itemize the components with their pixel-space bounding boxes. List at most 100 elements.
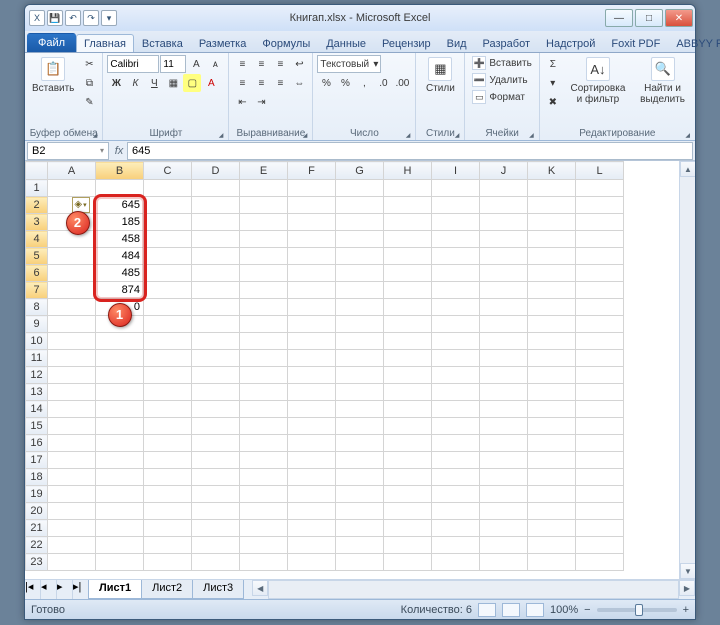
insert-cells-button[interactable]: ➕Вставить: [469, 55, 534, 71]
cell-B9[interactable]: [96, 316, 144, 333]
cell-K21[interactable]: [528, 520, 576, 537]
cell-L14[interactable]: [576, 401, 624, 418]
cell-C18[interactable]: [144, 469, 192, 486]
bold-button[interactable]: Ж: [107, 74, 125, 92]
indent-left-icon[interactable]: ⇤: [233, 93, 251, 111]
indent-right-icon[interactable]: ⇥: [252, 93, 270, 111]
cell-D14[interactable]: [192, 401, 240, 418]
tab-addins[interactable]: Надстрой: [538, 34, 603, 52]
cell-K9[interactable]: [528, 316, 576, 333]
cell-F23[interactable]: [288, 554, 336, 571]
fill-icon[interactable]: ▾: [544, 74, 562, 92]
cell-C14[interactable]: [144, 401, 192, 418]
cell-I9[interactable]: [432, 316, 480, 333]
cell-L11[interactable]: [576, 350, 624, 367]
cell-C2[interactable]: [144, 197, 192, 214]
cell-L3[interactable]: [576, 214, 624, 231]
row-header-14[interactable]: 14: [26, 401, 48, 418]
cell-E10[interactable]: [240, 333, 288, 350]
cell-A1[interactable]: [48, 180, 96, 197]
cell-F10[interactable]: [288, 333, 336, 350]
hscroll-track[interactable]: [268, 580, 679, 599]
cell-H5[interactable]: [384, 248, 432, 265]
cell-J18[interactable]: [480, 469, 528, 486]
cell-C23[interactable]: [144, 554, 192, 571]
cell-J12[interactable]: [480, 367, 528, 384]
cell-A23[interactable]: [48, 554, 96, 571]
cell-L15[interactable]: [576, 418, 624, 435]
row-header-23[interactable]: 23: [26, 554, 48, 571]
autosum-icon[interactable]: Σ: [544, 55, 562, 73]
copy-icon[interactable]: ⧉: [80, 74, 98, 92]
close-button[interactable]: ✕: [665, 9, 693, 27]
tab-formulas[interactable]: Формулы: [254, 34, 318, 52]
cell-E21[interactable]: [240, 520, 288, 537]
cell-L18[interactable]: [576, 469, 624, 486]
cell-F12[interactable]: [288, 367, 336, 384]
cell-A21[interactable]: [48, 520, 96, 537]
cell-B14[interactable]: [96, 401, 144, 418]
decrease-decimal-icon[interactable]: .00: [393, 74, 411, 92]
cell-F4[interactable]: [288, 231, 336, 248]
cell-J19[interactable]: [480, 486, 528, 503]
row-header-17[interactable]: 17: [26, 452, 48, 469]
cell-J3[interactable]: [480, 214, 528, 231]
cell-B1[interactable]: [96, 180, 144, 197]
cell-A15[interactable]: [48, 418, 96, 435]
align-bottom-icon[interactable]: ≡: [271, 55, 289, 73]
cell-B19[interactable]: [96, 486, 144, 503]
cell-G23[interactable]: [336, 554, 384, 571]
cell-A22[interactable]: [48, 537, 96, 554]
cell-F15[interactable]: [288, 418, 336, 435]
cell-J4[interactable]: [480, 231, 528, 248]
cell-I8[interactable]: [432, 299, 480, 316]
scroll-down-icon[interactable]: ▼: [680, 563, 695, 579]
vscroll-track[interactable]: [680, 177, 695, 563]
maximize-button[interactable]: □: [635, 9, 663, 27]
cell-B23[interactable]: [96, 554, 144, 571]
scroll-right-icon[interactable]: ▶: [679, 580, 695, 596]
cell-B15[interactable]: [96, 418, 144, 435]
cell-L16[interactable]: [576, 435, 624, 452]
cell-C16[interactable]: [144, 435, 192, 452]
cell-G16[interactable]: [336, 435, 384, 452]
cell-F22[interactable]: [288, 537, 336, 554]
cell-K11[interactable]: [528, 350, 576, 367]
cell-G9[interactable]: [336, 316, 384, 333]
wrap-text-icon[interactable]: ↩: [290, 55, 308, 73]
cell-A6[interactable]: [48, 265, 96, 282]
vertical-scrollbar[interactable]: ▲ ▼: [679, 161, 695, 579]
cell-H14[interactable]: [384, 401, 432, 418]
cell-E4[interactable]: [240, 231, 288, 248]
cell-H10[interactable]: [384, 333, 432, 350]
cell-J21[interactable]: [480, 520, 528, 537]
cell-B10[interactable]: [96, 333, 144, 350]
cell-J9[interactable]: [480, 316, 528, 333]
cell-I12[interactable]: [432, 367, 480, 384]
cell-D23[interactable]: [192, 554, 240, 571]
tab-page-layout[interactable]: Разметка: [191, 34, 255, 52]
cell-E1[interactable]: [240, 180, 288, 197]
cell-A3[interactable]: [48, 214, 96, 231]
cell-H23[interactable]: [384, 554, 432, 571]
cell-H3[interactable]: [384, 214, 432, 231]
cell-I19[interactable]: [432, 486, 480, 503]
italic-button[interactable]: К: [126, 74, 144, 92]
align-top-icon[interactable]: ≡: [233, 55, 251, 73]
cell-D16[interactable]: [192, 435, 240, 452]
cell-L21[interactable]: [576, 520, 624, 537]
cell-A13[interactable]: [48, 384, 96, 401]
cell-E17[interactable]: [240, 452, 288, 469]
row-header-3[interactable]: 3: [26, 214, 48, 231]
clear-icon[interactable]: ✖: [544, 93, 562, 111]
cell-C19[interactable]: [144, 486, 192, 503]
cell-G22[interactable]: [336, 537, 384, 554]
cell-D21[interactable]: [192, 520, 240, 537]
grow-font-icon[interactable]: A: [187, 55, 205, 73]
cell-B4[interactable]: 458: [96, 231, 144, 248]
row-header-1[interactable]: 1: [26, 180, 48, 197]
cell-D12[interactable]: [192, 367, 240, 384]
row-header-15[interactable]: 15: [26, 418, 48, 435]
cell-J8[interactable]: [480, 299, 528, 316]
col-header-C[interactable]: C: [144, 162, 192, 180]
